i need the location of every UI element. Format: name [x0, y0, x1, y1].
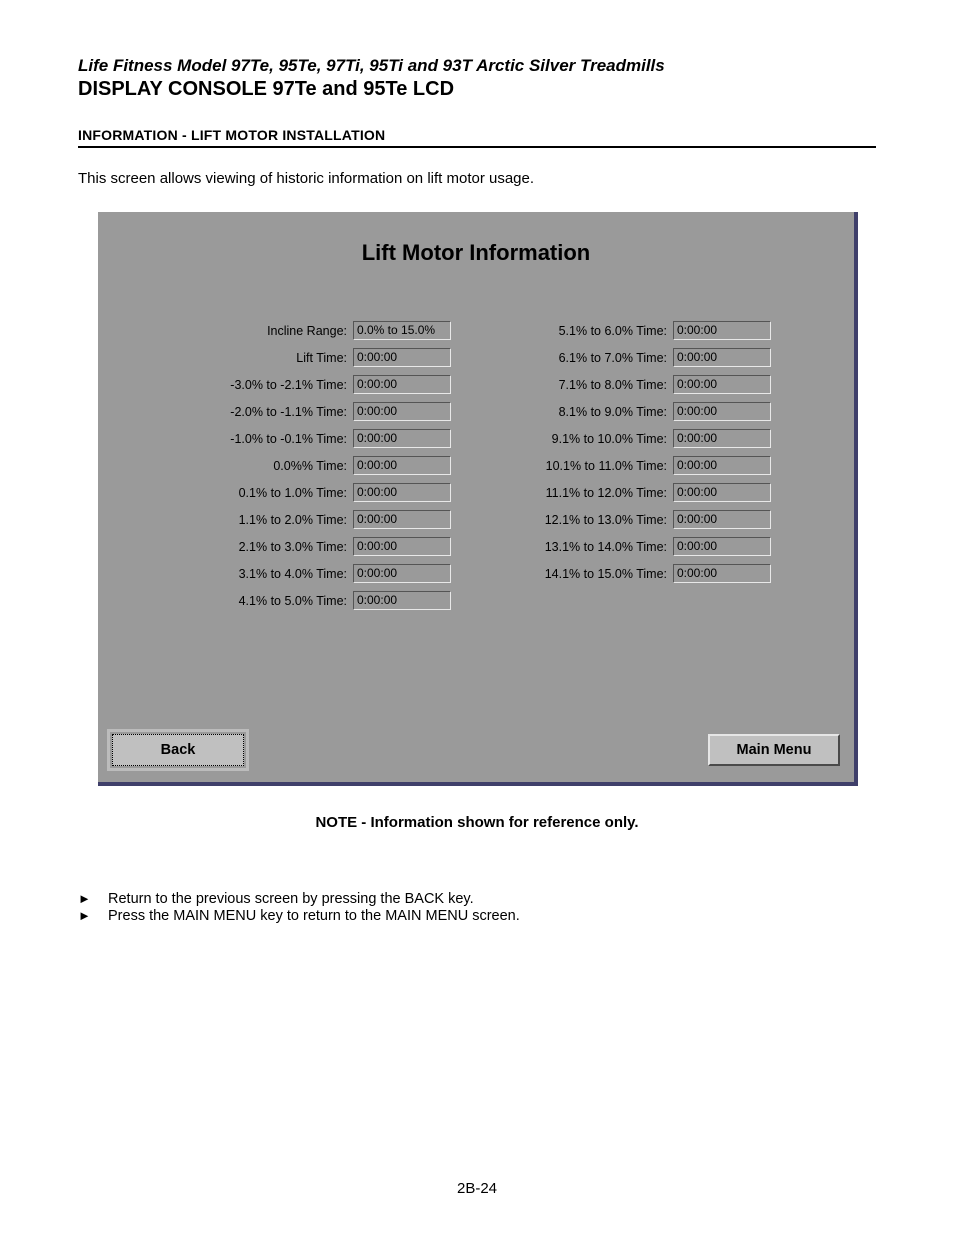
field-label: 3.1% to 4.0% Time:: [98, 567, 353, 581]
doc-title-line1: Life Fitness Model 97Te, 95Te, 97Ti, 95T…: [78, 56, 876, 76]
field-row: 0.0%% Time:0:00:00: [98, 452, 478, 479]
field-row: 11.1% to 12.0% Time:0:00:00: [478, 479, 848, 506]
field-value-box: 0:00:00: [353, 402, 451, 421]
field-value-box: 0:00:00: [673, 483, 771, 502]
field-row: -3.0% to -2.1% Time:0:00:00: [98, 371, 478, 398]
triangle-icon: ►: [78, 908, 108, 924]
field-label: -2.0% to -1.1% Time:: [98, 405, 353, 419]
field-value-box: 0:00:00: [353, 564, 451, 583]
triangle-icon: ►: [78, 891, 108, 907]
field-label: Lift Time:: [98, 351, 353, 365]
field-row: 7.1% to 8.0% Time:0:00:00: [478, 371, 848, 398]
field-row: 1.1% to 2.0% Time:0:00:00: [98, 506, 478, 533]
field-row: 8.1% to 9.0% Time:0:00:00: [478, 398, 848, 425]
field-row: -2.0% to -1.1% Time:0:00:00: [98, 398, 478, 425]
field-label: 11.1% to 12.0% Time:: [478, 486, 673, 500]
field-value-box: 0:00:00: [673, 375, 771, 394]
field-value-box: 0:00:00: [673, 564, 771, 583]
field-row: 10.1% to 11.0% Time:0:00:00: [478, 452, 848, 479]
page-number: 2B-24: [0, 1180, 954, 1197]
field-label: 14.1% to 15.0% Time:: [478, 567, 673, 581]
field-row: 4.1% to 5.0% Time:0:00:00: [98, 587, 478, 614]
field-value-box: 0:00:00: [353, 429, 451, 448]
doc-title-line2: DISPLAY CONSOLE 97Te and 95Te LCD: [78, 78, 876, 101]
field-label: 7.1% to 8.0% Time:: [478, 378, 673, 392]
instruction-text: Return to the previous screen by pressin…: [108, 891, 474, 907]
field-label: 4.1% to 5.0% Time:: [98, 594, 353, 608]
field-label: 13.1% to 14.0% Time:: [478, 540, 673, 554]
field-row: Lift Time:0:00:00: [98, 344, 478, 371]
field-row: 3.1% to 4.0% Time:0:00:00: [98, 560, 478, 587]
lift-motor-panel: Lift Motor Information Incline Range:0.0…: [98, 212, 854, 782]
panel-shadow-wrap: Lift Motor Information Incline Range:0.0…: [98, 212, 858, 786]
field-row: 13.1% to 14.0% Time:0:00:00: [478, 533, 848, 560]
field-label: 9.1% to 10.0% Time:: [478, 432, 673, 446]
field-value-box: 0:00:00: [353, 456, 451, 475]
field-value-box: 0.0% to 15.0%: [353, 321, 451, 340]
field-value-box: 0:00:00: [353, 537, 451, 556]
field-value-box: 0:00:00: [673, 429, 771, 448]
field-label: -1.0% to -0.1% Time:: [98, 432, 353, 446]
field-label: 5.1% to 6.0% Time:: [478, 324, 673, 338]
intro-text: This screen allows viewing of historic i…: [78, 170, 876, 187]
field-row: Incline Range:0.0% to 15.0%: [98, 317, 478, 344]
section-heading: INFORMATION - LIFT MOTOR INSTALLATION: [78, 127, 876, 143]
field-value-box: 0:00:00: [673, 321, 771, 340]
field-label: Incline Range:: [98, 324, 353, 338]
field-label: 2.1% to 3.0% Time:: [98, 540, 353, 554]
field-value-box: 0:00:00: [673, 402, 771, 421]
field-value-box: 0:00:00: [673, 348, 771, 367]
left-column: Incline Range:0.0% to 15.0%Lift Time:0:0…: [98, 317, 478, 614]
field-row: -1.0% to -0.1% Time:0:00:00: [98, 425, 478, 452]
instructions-block: ► Return to the previous screen by press…: [78, 891, 876, 924]
field-value-box: 0:00:00: [353, 375, 451, 394]
main-menu-button[interactable]: Main Menu: [708, 734, 840, 766]
field-label: -3.0% to -2.1% Time:: [98, 378, 353, 392]
field-label: 0.0%% Time:: [98, 459, 353, 473]
field-value-box: 0:00:00: [353, 348, 451, 367]
field-row: 9.1% to 10.0% Time:0:00:00: [478, 425, 848, 452]
field-value-box: 0:00:00: [353, 591, 451, 610]
instruction-text: Press the MAIN MENU key to return to the…: [108, 908, 520, 924]
field-row: 2.1% to 3.0% Time:0:00:00: [98, 533, 478, 560]
field-value-box: 0:00:00: [673, 537, 771, 556]
instruction-row: ► Press the MAIN MENU key to return to t…: [78, 908, 876, 924]
field-value-box: 0:00:00: [673, 510, 771, 529]
field-label: 1.1% to 2.0% Time:: [98, 513, 353, 527]
divider: [78, 146, 876, 148]
field-label: 12.1% to 13.0% Time:: [478, 513, 673, 527]
note-text: NOTE - Information shown for reference o…: [78, 814, 876, 831]
field-row: 6.1% to 7.0% Time:0:00:00: [478, 344, 848, 371]
field-value-box: 0:00:00: [673, 456, 771, 475]
field-label: 0.1% to 1.0% Time:: [98, 486, 353, 500]
field-row: 5.1% to 6.0% Time:0:00:00: [478, 317, 848, 344]
field-row: 0.1% to 1.0% Time:0:00:00: [98, 479, 478, 506]
right-column: 5.1% to 6.0% Time:0:00:006.1% to 7.0% Ti…: [478, 317, 848, 587]
field-row: 12.1% to 13.0% Time:0:00:00: [478, 506, 848, 533]
document-page: Life Fitness Model 97Te, 95Te, 97Ti, 95T…: [0, 0, 954, 1235]
field-label: 6.1% to 7.0% Time:: [478, 351, 673, 365]
back-button[interactable]: Back: [112, 734, 244, 766]
field-value-box: 0:00:00: [353, 510, 451, 529]
field-value-box: 0:00:00: [353, 483, 451, 502]
field-label: 10.1% to 11.0% Time:: [478, 459, 673, 473]
panel-title: Lift Motor Information: [98, 212, 854, 266]
instruction-row: ► Return to the previous screen by press…: [78, 891, 876, 907]
field-label: 8.1% to 9.0% Time:: [478, 405, 673, 419]
field-row: 14.1% to 15.0% Time:0:00:00: [478, 560, 848, 587]
